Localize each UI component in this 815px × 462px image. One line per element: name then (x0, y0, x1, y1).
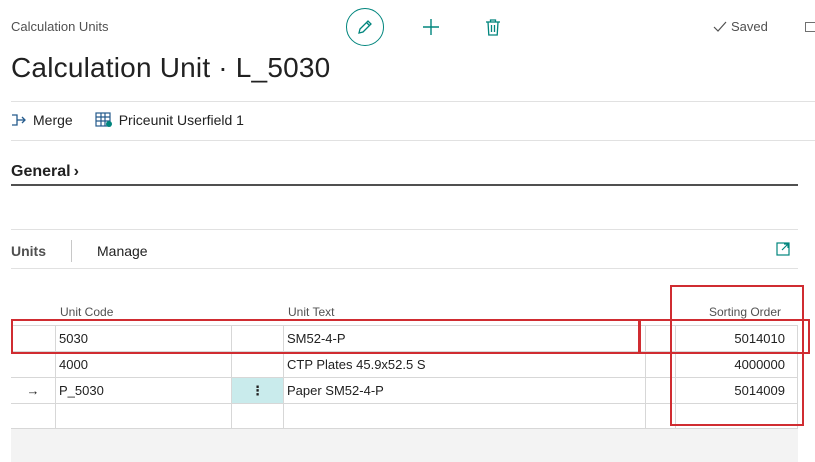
breadcrumb: Calculation Units (11, 19, 109, 34)
priceunit-userfield-label: Priceunit Userfield 1 (118, 112, 244, 128)
saved-label: Saved (731, 19, 768, 34)
unit-code-cell[interactable]: 4000 (55, 352, 231, 377)
general-section-header[interactable]: General › (11, 160, 798, 186)
table-icon (95, 112, 112, 127)
unit-text-cell[interactable]: CTP Plates 45.9x52.5 S (283, 352, 645, 377)
divider (11, 101, 815, 102)
row-marker (11, 404, 55, 428)
divider (11, 268, 798, 269)
current-row-arrow-icon: → (26, 383, 40, 398)
row-menu-button[interactable]: ⋮ (231, 378, 283, 403)
unit-text-cell[interactable] (283, 404, 645, 428)
row-menu-cell (231, 404, 283, 428)
unit-code-cell[interactable]: P_5030 (55, 378, 231, 403)
divider (11, 140, 815, 141)
highlight-box-row (11, 319, 641, 354)
edit-button[interactable] (346, 8, 384, 46)
tab-divider (71, 240, 72, 262)
open-new-window-icon[interactable] (805, 22, 815, 32)
column-header-unit-text[interactable]: Unit Text (288, 305, 334, 319)
popout-icon (776, 242, 790, 256)
page-title: Calculation Unit · L_5030 (11, 52, 331, 83)
row-menu-cell (231, 352, 283, 377)
general-section-label: General (11, 163, 71, 180)
tab-units[interactable]: Units (11, 243, 46, 259)
priceunit-userfield-action[interactable]: Priceunit Userfield 1 (95, 112, 244, 128)
highlight-box-sorting-order (670, 285, 804, 426)
checkmark-icon (713, 21, 727, 32)
column-header-unit-code[interactable]: Unit Code (60, 305, 113, 319)
new-button[interactable] (416, 12, 446, 42)
top-actions (346, 8, 508, 46)
pencil-icon (358, 20, 372, 34)
saved-status: Saved (713, 19, 768, 34)
plus-icon (423, 19, 439, 35)
unit-text-cell[interactable]: Paper SM52-4-P (283, 378, 645, 403)
chevron-right-icon: › (73, 163, 79, 180)
trash-icon (486, 19, 500, 36)
expand-icon[interactable] (776, 242, 790, 261)
units-tabs: Units Manage (11, 240, 148, 262)
merge-icon (12, 114, 26, 126)
tab-manage[interactable]: Manage (97, 243, 148, 259)
merge-label: Merge (33, 112, 73, 128)
row-marker (11, 352, 55, 377)
divider (11, 229, 798, 230)
delete-button[interactable] (478, 12, 508, 42)
unit-code-cell[interactable] (55, 404, 231, 428)
merge-action[interactable]: Merge (11, 112, 73, 128)
action-bar: Merge Priceunit Userfield 1 (11, 112, 266, 128)
